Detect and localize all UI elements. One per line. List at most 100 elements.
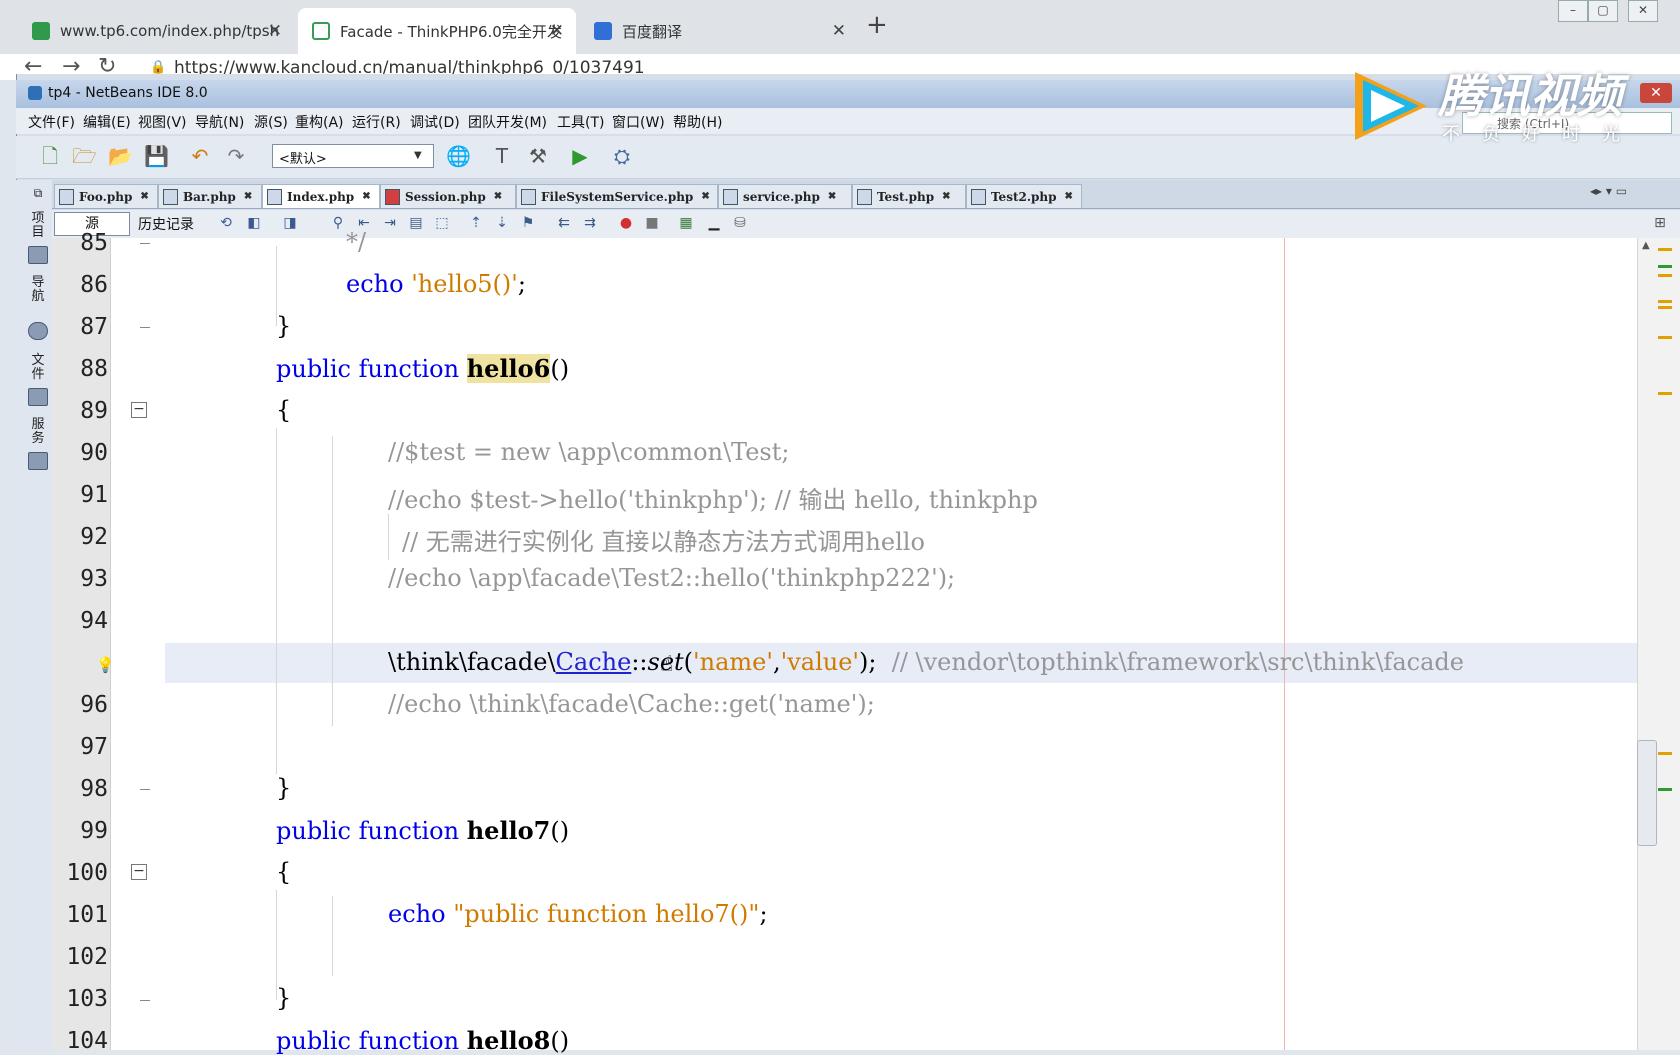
- stripe-marker[interactable]: [1658, 752, 1672, 755]
- side-tab-projects[interactable]: 项目: [28, 212, 48, 240]
- code-token: ;: [759, 900, 768, 928]
- menu-file[interactable]: 文件(F): [28, 112, 75, 132]
- code-token-link[interactable]: Cache: [556, 648, 632, 676]
- debug-project-icon[interactable]: ⛭: [610, 144, 634, 168]
- editor-tab-session[interactable]: Session.php ✖: [380, 184, 516, 208]
- line-number: 97: [80, 734, 108, 760]
- fold-collapse-icon[interactable]: −: [131, 864, 147, 880]
- menu-debug[interactable]: 调试(D): [410, 112, 460, 132]
- find-icon[interactable]: ⚲: [330, 215, 346, 231]
- run-project-icon[interactable]: ▶: [568, 144, 592, 168]
- menu-team[interactable]: 团队开发(M): [468, 112, 547, 132]
- toggle-rect-select-icon[interactable]: ⬚: [434, 215, 450, 231]
- stop-macro-icon[interactable]: ■: [644, 215, 660, 231]
- code-line-99: public function hello7(): [276, 816, 569, 845]
- close-tab-icon[interactable]: ✖: [494, 191, 502, 202]
- stripe-marker[interactable]: [1658, 306, 1672, 309]
- prev-bookmark-icon[interactable]: ⇡: [468, 215, 484, 231]
- menu-help[interactable]: 帮助(H): [673, 112, 722, 132]
- split-editor-icon[interactable]: ⊞: [1652, 215, 1668, 231]
- redo-icon[interactable]: ↷: [224, 144, 248, 168]
- menu-window[interactable]: 窗口(W): [612, 112, 665, 132]
- menu-view[interactable]: 视图(V): [138, 112, 187, 132]
- menu-refactor[interactable]: 重构(A): [295, 112, 344, 132]
- close-tab-icon[interactable]: ✖: [942, 191, 950, 202]
- code-token: \think\facade\: [388, 648, 556, 676]
- menu-navigate[interactable]: 导航(N): [195, 112, 244, 132]
- editor-tab-foo[interactable]: Foo.php ✖: [54, 184, 158, 208]
- line-number: 102: [66, 944, 108, 970]
- new-tab-button[interactable]: +: [866, 10, 888, 40]
- last-edit-icon[interactable]: ⟲: [218, 215, 234, 231]
- close-tab-icon[interactable]: ✖: [362, 191, 370, 202]
- build-hammer-icon[interactable]: T: [490, 144, 514, 168]
- vertical-scrollbar[interactable]: [1637, 740, 1657, 846]
- minimize-window-icon[interactable]: –: [1558, 0, 1588, 22]
- close-tab-icon[interactable]: ✖: [1065, 191, 1073, 202]
- toggle-bookmark-icon[interactable]: ⚑: [520, 215, 536, 231]
- menu-tools[interactable]: 工具(T): [557, 112, 604, 132]
- fold-end-marker: [140, 327, 150, 328]
- close-tab-icon[interactable]: ✖: [701, 191, 709, 202]
- next-bookmark-icon[interactable]: ⇣: [494, 215, 510, 231]
- clean-build-icon[interactable]: ⚒: [526, 144, 550, 168]
- globe-icon[interactable]: 🌐: [446, 144, 471, 168]
- toggle-highlight-icon[interactable]: ▤: [408, 215, 424, 231]
- close-tab-icon[interactable]: ✖: [828, 191, 836, 202]
- ide-close-icon[interactable]: ✕: [1640, 83, 1672, 103]
- stripe-marker[interactable]: [1658, 248, 1672, 251]
- open-project-icon[interactable]: 📂: [108, 144, 133, 168]
- code-line-98: }: [276, 774, 292, 802]
- editor-tab-service[interactable]: service.php ✖: [718, 184, 852, 208]
- shift-left-icon[interactable]: ⇇: [556, 215, 572, 231]
- browser-tab-facade[interactable]: Facade - ThinkPHP6.0完全开发 ✕: [298, 8, 576, 54]
- database-icon[interactable]: ⛁: [732, 215, 748, 231]
- config-select[interactable]: <默认>: [272, 144, 434, 168]
- close-tab-icon[interactable]: ✕: [268, 21, 282, 41]
- stripe-marker[interactable]: [1658, 336, 1672, 339]
- tab-scroll-buttons[interactable]: ◂▸ ▾ ▭: [1590, 184, 1627, 198]
- code-line-86: echo 'hello5()';: [346, 270, 526, 298]
- browser-tab-baidu-translate[interactable]: 百度翻译 ✕: [580, 8, 858, 54]
- back-nav-icon[interactable]: ◧: [246, 215, 262, 231]
- editor-tab-filesystemservice[interactable]: FileSystemService.php ✖: [516, 184, 718, 208]
- menu-edit[interactable]: 编辑(E): [83, 112, 131, 132]
- forward-nav-icon[interactable]: ◨: [282, 215, 298, 231]
- menu-run[interactable]: 运行(R): [352, 112, 401, 132]
- side-tab-navigator[interactable]: 导航: [28, 276, 48, 304]
- new-project-icon[interactable]: 🗁: [72, 144, 97, 168]
- save-all-icon[interactable]: 💾: [144, 144, 169, 168]
- editor-tab-test[interactable]: Test.php ✖: [852, 184, 966, 208]
- fold-collapse-icon[interactable]: −: [131, 402, 147, 418]
- menu-source[interactable]: 源(S): [254, 112, 288, 132]
- editor-tab-index[interactable]: Index.php ✖: [262, 184, 380, 208]
- stripe-marker[interactable]: [1658, 788, 1672, 791]
- uncomment-icon[interactable]: ▁: [706, 215, 722, 231]
- browser-tab-tp6[interactable]: www.tp6.com/index.php/tpsh ✕: [18, 8, 294, 54]
- start-macro-icon[interactable]: ●: [618, 215, 634, 231]
- side-tab-services[interactable]: 服务: [28, 418, 48, 446]
- stripe-marker[interactable]: [1658, 392, 1672, 395]
- maximize-window-icon[interactable]: ▢: [1588, 0, 1618, 22]
- scroll-up-icon[interactable]: ▲: [1642, 240, 1650, 251]
- shift-right-icon[interactable]: ⇉: [582, 215, 598, 231]
- stripe-marker[interactable]: [1658, 300, 1672, 303]
- hint-lightbulb-icon[interactable]: 💡: [96, 656, 115, 674]
- history-view-button[interactable]: 历史记录: [138, 214, 194, 234]
- close-tab-icon[interactable]: ✕: [550, 21, 564, 41]
- stripe-marker[interactable]: [1658, 265, 1672, 268]
- find-next-icon[interactable]: ⇥: [382, 215, 398, 231]
- editor-tab-test2[interactable]: Test2.php ✖: [966, 184, 1082, 208]
- editor-tab-bar[interactable]: Bar.php ✖: [158, 184, 262, 208]
- new-file-icon[interactable]: 🗋: [38, 144, 62, 168]
- undo-icon[interactable]: ↶: [188, 144, 212, 168]
- close-tab-icon[interactable]: ✖: [140, 191, 148, 202]
- close-window-icon[interactable]: ✕: [1628, 0, 1658, 22]
- restore-windows-icon[interactable]: ⧉: [28, 186, 48, 200]
- close-tab-icon[interactable]: ✖: [244, 191, 252, 202]
- stripe-marker[interactable]: [1658, 274, 1672, 277]
- close-tab-icon[interactable]: ✕: [832, 21, 846, 41]
- side-tab-files[interactable]: 文件: [28, 354, 48, 382]
- code-line-100: {: [276, 858, 292, 886]
- comment-icon[interactable]: ▦: [678, 215, 694, 231]
